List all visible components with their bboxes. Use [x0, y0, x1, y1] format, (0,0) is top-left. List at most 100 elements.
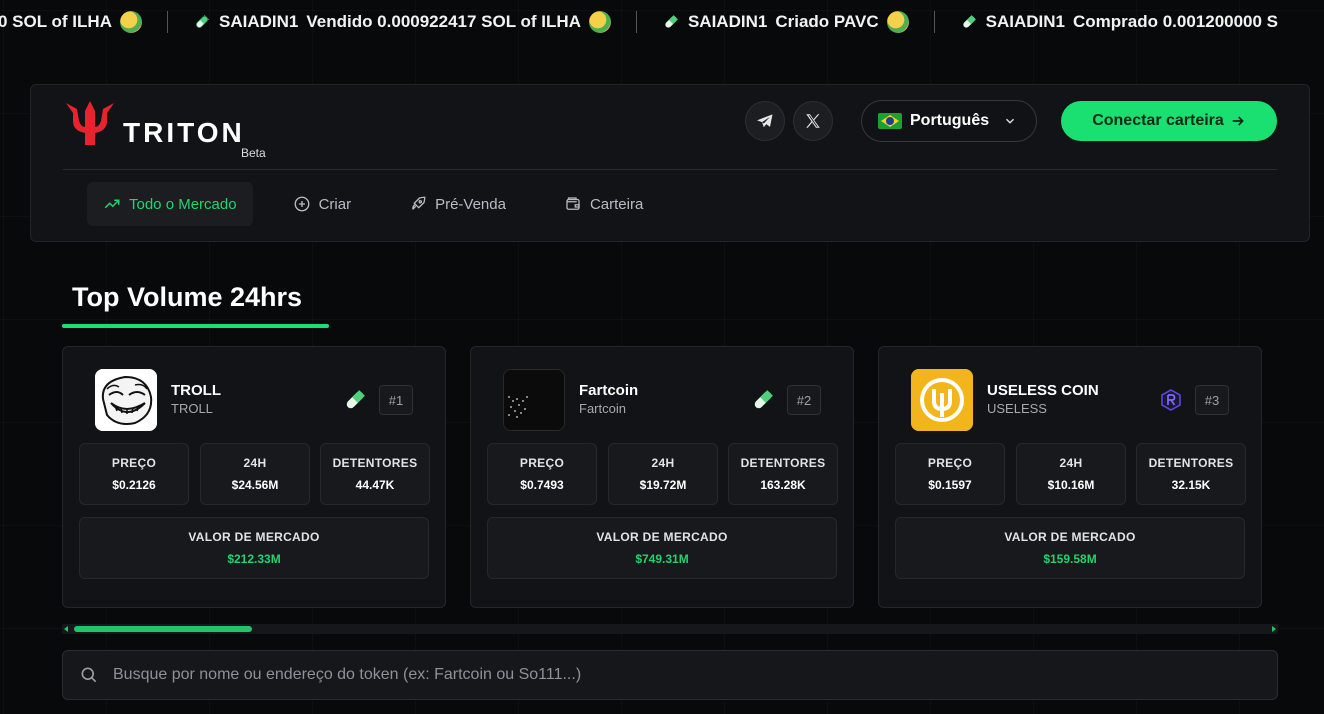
holders-value: 32.15K: [1171, 478, 1211, 492]
brazil-flag-icon: [878, 113, 902, 129]
token-avatar: [911, 369, 973, 431]
price-value: $0.2126: [112, 478, 156, 492]
plus-circle-icon: [294, 196, 310, 212]
volume-label: 24H: [243, 456, 267, 470]
chevron-down-icon: [1006, 118, 1015, 124]
ticker-item: 0 SOL of ILHA: [0, 11, 142, 33]
trollface-icon: [95, 369, 157, 431]
holders-stat: DETENTORES 163.28K: [728, 443, 838, 505]
scroll-left-arrow[interactable]: [64, 626, 68, 632]
price-value: $0.1597: [928, 478, 972, 492]
fartcoin-image-icon: [504, 370, 564, 430]
market-cap-value: $749.31M: [635, 552, 689, 566]
token-name: TROLL: [171, 382, 221, 399]
ticker-item: SAIADIN1 Comprado 0.001200000 S: [960, 12, 1278, 32]
price-stat: PREÇO $0.1597: [895, 443, 1005, 505]
ticker-divider: [166, 11, 168, 33]
section-title-underline: [62, 324, 329, 328]
market-cap-value: $212.33M: [227, 552, 281, 566]
language-selector[interactable]: Português: [861, 100, 1037, 142]
holders-label: DETENTORES: [332, 456, 418, 470]
beta-badge: Beta: [241, 146, 266, 160]
ticker-text: 0 SOL of ILHA: [0, 12, 112, 31]
market-cap-label: VALOR DE MERCADO: [596, 530, 728, 544]
market-cap-stat: VALOR DE MERCADO $749.31M: [487, 517, 837, 579]
rank-badge: #1: [379, 385, 413, 415]
token-name: USELESS COIN: [987, 382, 1099, 399]
price-stat: PREÇO $0.7493: [487, 443, 597, 505]
market-cap-label: VALOR DE MERCADO: [1004, 530, 1136, 544]
ticker-user: SAIADIN1: [218, 12, 299, 31]
telegram-button[interactable]: [745, 101, 785, 141]
market-cap-stat: VALOR DE MERCADO $212.33M: [79, 517, 429, 579]
market-cap-value: $159.58M: [1043, 552, 1097, 566]
nav-item-pre-venda[interactable]: Pré-Venda: [393, 182, 522, 226]
holders-label: DETENTORES: [1148, 456, 1234, 470]
price-stat: PREÇO $0.2126: [79, 443, 189, 505]
holders-label: DETENTORES: [740, 456, 826, 470]
volume-label: 24H: [1059, 456, 1083, 470]
volume-value: $10.16M: [1047, 478, 1095, 492]
activity-ticker: 0 SOL of ILHA SAIADIN1 Vendido 0.0009224…: [0, 0, 1322, 44]
connect-wallet-button[interactable]: Conectar carteira: [1061, 101, 1277, 141]
nav-label: Criar: [318, 195, 352, 213]
token-avatar: [95, 369, 157, 431]
nav-item-carteira[interactable]: Carteira: [548, 182, 659, 226]
scroll-right-arrow[interactable]: [1272, 626, 1276, 632]
price-value: $0.7493: [520, 478, 564, 492]
token-card[interactable]: Fartcoin Fartcoin #2 PREÇO $0.7493 24H $…: [470, 346, 854, 608]
rocket-icon: [412, 196, 426, 210]
header-divider: [63, 169, 1277, 170]
token-card[interactable]: USELESS COIN USELESS #3 PREÇO $0.1597 24…: [878, 346, 1262, 608]
x-button[interactable]: [793, 101, 833, 141]
raydium-icon: [1161, 389, 1181, 411]
telegram-icon: [757, 114, 773, 128]
pill-icon: [962, 15, 976, 28]
nav-label: Carteira: [589, 195, 644, 213]
token-emoji-icon: [119, 11, 142, 33]
search-icon: [81, 667, 97, 683]
holders-stat: DETENTORES 44.47K: [320, 443, 430, 505]
nav-label: Todo o Mercado: [129, 195, 237, 213]
triton-logo[interactable]: TRITON Beta: [63, 97, 283, 160]
ticker-item: SAIADIN1 Criado PAVC: [662, 11, 909, 33]
rank-badge: #2: [787, 385, 821, 415]
x-icon: [806, 114, 820, 128]
holders-stat: DETENTORES 32.15K: [1136, 443, 1246, 505]
pill-icon: [346, 390, 365, 409]
token-emoji-icon: [588, 11, 611, 33]
scrollbar-thumb[interactable]: [74, 626, 252, 632]
nav-item-todo-o-mercado[interactable]: Todo o Mercado: [87, 182, 253, 226]
pill-icon: [754, 390, 773, 409]
ticker-item: SAIADIN1 Vendido 0.000922417 SOL of ILHA: [193, 11, 611, 33]
token-card[interactable]: TROLL TROLL #1 PREÇO $0.2126 24H $24.56M…: [62, 346, 446, 608]
connect-wallet-label: Conectar carteira: [1092, 112, 1224, 129]
token-search-bar[interactable]: [62, 650, 1278, 700]
trident-icon: [66, 101, 114, 145]
price-label: PREÇO: [111, 456, 157, 470]
logo-wordmark: TRITON: [123, 117, 245, 148]
ticker-text: Comprado 0.001200000 S: [1072, 12, 1279, 31]
holders-value: 163.28K: [760, 478, 806, 492]
token-symbol: Fartcoin: [579, 401, 626, 416]
volume-label: 24H: [651, 456, 675, 470]
search-input[interactable]: [113, 666, 1277, 684]
token-emoji-icon: [886, 11, 909, 33]
nav-item-criar[interactable]: Criar: [277, 182, 368, 226]
pill-icon: [665, 15, 678, 28]
useless-coin-icon: [911, 369, 973, 431]
holders-value: 44.47K: [355, 478, 395, 492]
cards-scrollbar[interactable]: [62, 624, 1278, 634]
arrow-right-icon: [1232, 116, 1244, 126]
volume-value: $24.56M: [231, 478, 279, 492]
ticker-text: Criado PAVC: [775, 12, 879, 31]
ticker-divider: [635, 11, 637, 33]
ticker-user: SAIADIN1: [687, 12, 768, 31]
volume-stat: 24H $19.72M: [608, 443, 718, 505]
section-title: Top Volume 24hrs: [72, 282, 303, 312]
price-label: PREÇO: [927, 456, 973, 470]
ticker-text: Vendido 0.000922417 SOL of ILHA: [306, 12, 581, 31]
pill-icon: [195, 15, 209, 29]
nav-label: Pré-Venda: [435, 195, 506, 213]
trending-up-icon: [104, 199, 120, 209]
